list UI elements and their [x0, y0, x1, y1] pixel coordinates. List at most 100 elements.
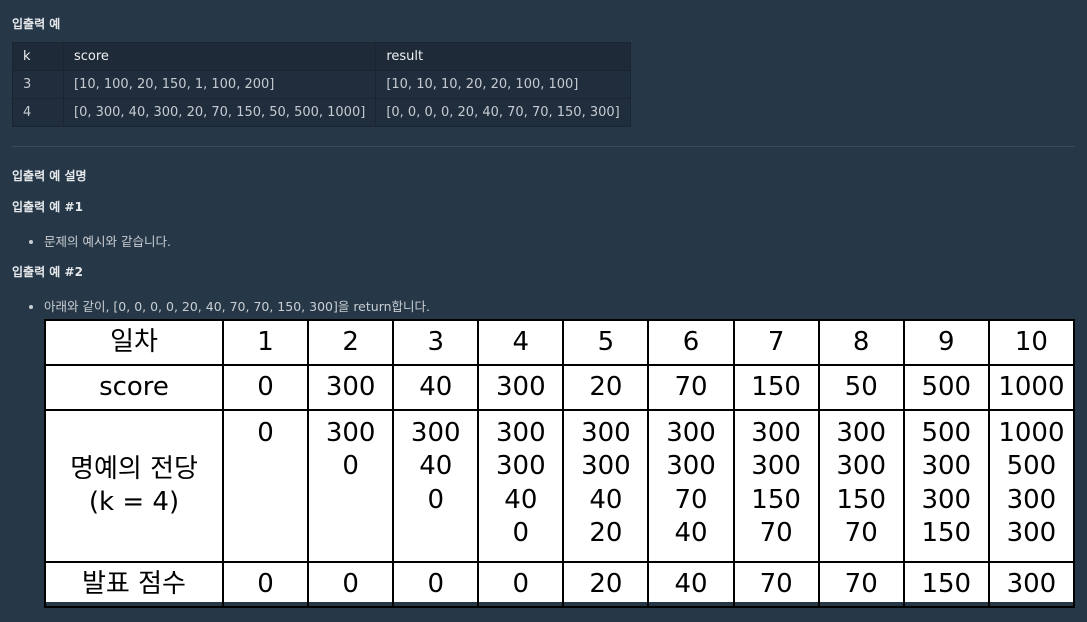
- day-cell: 1: [221, 319, 310, 366]
- example-2-heading: 입출력 예 #2: [12, 265, 83, 279]
- hall-entry: 150: [751, 484, 801, 515]
- hall-entry: 70: [844, 517, 878, 548]
- hall-entry: 300: [1006, 484, 1057, 515]
- io-cell-k: 4: [12, 98, 64, 127]
- hall-entry: 40: [504, 484, 538, 515]
- score-cell: 500: [902, 364, 990, 411]
- score-cell: 40: [392, 364, 480, 411]
- table-row: 3 [10, 100, 20, 150, 1, 100, 200] [10, 1…: [12, 70, 631, 99]
- score-cell: 300: [307, 364, 395, 411]
- hall-entry: 500: [1006, 451, 1057, 482]
- hall-entry: 40: [419, 451, 453, 482]
- io-heading: 입출력 예: [12, 17, 61, 31]
- announce-cell: 70: [732, 561, 820, 608]
- hall-entry: 20: [589, 517, 623, 548]
- hall-entry: 300: [496, 451, 546, 482]
- io-table-header-row: k score result: [12, 42, 631, 71]
- hall-cell: 300 300 150 70: [817, 409, 905, 563]
- example-2-list: 아래와 같이, [0, 0, 0, 0, 20, 40, 70, 70, 150…: [12, 296, 430, 315]
- day-cell: 3: [392, 319, 480, 366]
- announce-cell: 300: [987, 561, 1076, 608]
- hall-label: 명예의 전당 (k = 4): [44, 409, 224, 563]
- announce-cell: 0: [477, 561, 565, 608]
- announce-cell: 0: [307, 561, 395, 608]
- score-cell: 50: [817, 364, 905, 411]
- hall-entry: 1000: [998, 418, 1065, 448]
- hall-cell: 300 40 0: [392, 409, 480, 563]
- hall-entry: 150: [921, 517, 972, 548]
- score-cell: 150: [732, 364, 820, 411]
- announce-cell: 40: [647, 561, 735, 608]
- hall-entry: 300: [666, 418, 716, 448]
- io-cell-k: 3: [12, 70, 64, 99]
- hall-entry: 70: [674, 484, 708, 515]
- score-cell: 20: [562, 364, 650, 411]
- announce-label: 발표 점수: [44, 561, 224, 608]
- hall-row: 명예의 전당 (k = 4) 0 300 0 300 40 0 300 300 40 0 300 30…: [44, 409, 1076, 563]
- hall-cell: 0: [221, 409, 310, 563]
- day-cell: 10: [987, 319, 1076, 366]
- day-cell: 6: [647, 319, 735, 366]
- announce-cell: 150: [902, 561, 990, 608]
- hall-entry: 300: [1006, 517, 1057, 548]
- hall-entry: 300: [581, 418, 631, 448]
- announce-cell: 20: [562, 561, 650, 608]
- hall-entry: 300: [666, 451, 716, 482]
- hall-cell: 300 0: [307, 409, 395, 563]
- day-cell: 2: [307, 319, 395, 366]
- day-cell: 4: [477, 319, 565, 366]
- score-label: score: [44, 364, 224, 411]
- hall-entry: 300: [751, 418, 801, 448]
- score-cell: 300: [477, 364, 565, 411]
- day-row: 일차 1 2 3 4 5 6 7 8 9 10: [44, 319, 1076, 366]
- hall-label-line2: (k = 4): [88, 487, 180, 517]
- day-cell: 5: [562, 319, 650, 366]
- hall-entry: 70: [759, 517, 793, 548]
- hall-entry: 300: [921, 484, 972, 515]
- hall-entry: 40: [674, 517, 708, 548]
- io-header-k: k: [12, 42, 64, 71]
- hall-entry: 300: [836, 418, 887, 448]
- announce-row: 발표 점수 0 0 0 0 20 40 70 70 150 300: [44, 561, 1076, 608]
- io-cell-score: [0, 300, 40, 300, 20, 70, 150, 50, 500, …: [62, 98, 377, 127]
- example-1-list: 문제의 예시와 같습니다.: [12, 231, 171, 250]
- hall-entry: 300: [325, 418, 376, 448]
- example-2-bullet: 아래와 같이, [0, 0, 0, 0, 20, 40, 70, 70, 150…: [44, 296, 430, 315]
- example-1-bullet: 문제의 예시와 같습니다.: [44, 231, 171, 250]
- hall-entry: 0: [427, 484, 444, 515]
- hall-entry: 150: [836, 484, 887, 515]
- section-divider: [12, 146, 1075, 147]
- hall-entry: 0: [512, 517, 530, 548]
- hall-entry: 300: [836, 451, 887, 482]
- explain-heading: 입출력 예 설명: [12, 169, 87, 183]
- day-cell: 7: [732, 319, 820, 366]
- score-cell: 1000: [987, 364, 1076, 411]
- hall-entry: 300: [751, 451, 801, 482]
- hall-cell: 300 300 70 40: [647, 409, 735, 563]
- score-row: score 0 300 40 300 20 70 150 50 500 1000: [44, 364, 1076, 411]
- io-header-result: result: [375, 42, 631, 71]
- day-label: 일차: [44, 319, 224, 366]
- day-cell: 8: [817, 319, 905, 366]
- table-row: 4 [0, 300, 40, 300, 20, 70, 150, 50, 500…: [12, 98, 631, 127]
- hall-cell: 300 300 40 0: [477, 409, 565, 563]
- io-cell-score: [10, 100, 20, 150, 1, 100, 200]: [62, 70, 377, 99]
- hall-entry: 300: [581, 451, 631, 482]
- hall-cell: 300 300 150 70: [732, 409, 820, 563]
- announce-cell: 0: [392, 561, 480, 608]
- example-1-heading: 입출력 예 #1: [12, 200, 83, 214]
- hall-label-line1: 명예의 전당: [70, 453, 198, 484]
- hall-entry: 0: [257, 418, 274, 448]
- hall-cell: 500 300 300 150: [902, 409, 990, 563]
- hall-cell: 300 300 40 20: [562, 409, 650, 563]
- hall-of-fame-table: 일차 1 2 3 4 5 6 7 8 9 10 score 0 300 40 300 20 70 150 50 5…: [44, 319, 1076, 608]
- hall-of-fame-image: 일차 1 2 3 4 5 6 7 8 9 10 score 0 300 40 300 20 70 150 50 5…: [44, 319, 1076, 608]
- score-cell: 0: [221, 364, 310, 411]
- io-header-score: score: [62, 42, 377, 71]
- io-cell-result: [0, 0, 0, 0, 20, 40, 70, 70, 150, 300]: [375, 98, 631, 127]
- hall-entry: 500: [921, 418, 972, 448]
- hall-entry: 300: [921, 451, 972, 482]
- io-example-table: k score result 3 [10, 100, 20, 150, 1, 1…: [12, 42, 631, 127]
- hall-entry: 300: [410, 418, 461, 448]
- day-cell: 9: [902, 319, 990, 366]
